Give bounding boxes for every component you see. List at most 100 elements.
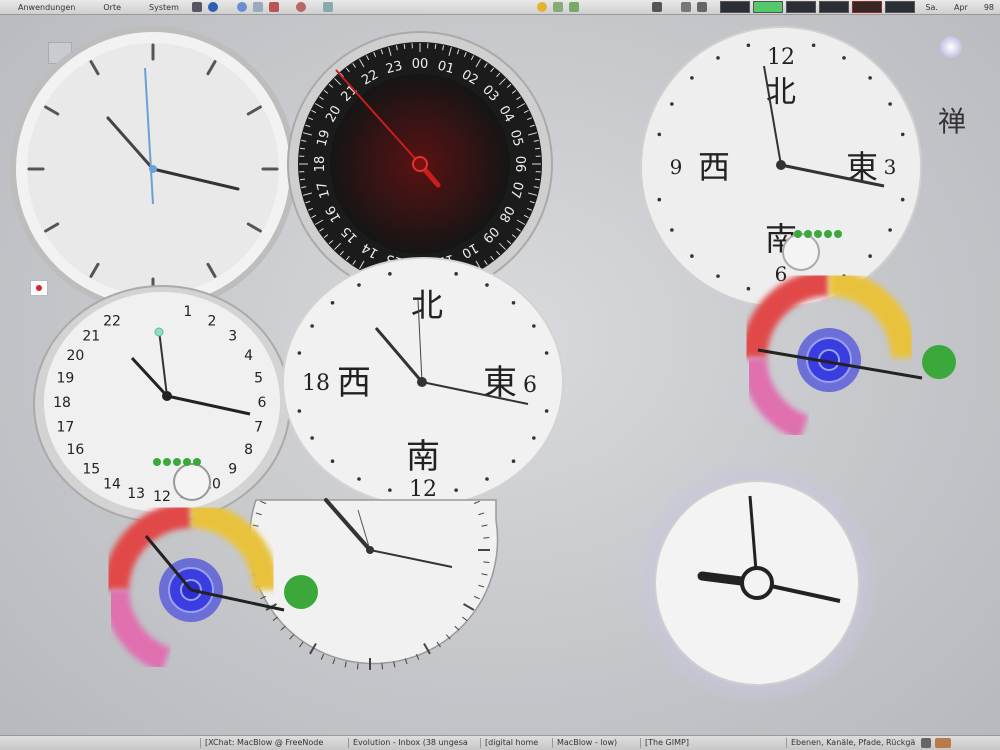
dial-number: 3	[228, 329, 237, 345]
notes-icon[interactable]	[569, 2, 580, 12]
minor-tick	[434, 43, 437, 50]
workspace-1[interactable]	[720, 1, 751, 13]
green-dot	[794, 230, 802, 238]
green-dot	[163, 458, 171, 466]
update-icon[interactable]	[537, 2, 548, 12]
minor-tick	[534, 147, 541, 150]
minimal-clock[interactable]	[636, 462, 882, 708]
dial-number: 16	[66, 442, 84, 458]
display-icon[interactable]	[697, 2, 708, 12]
task-gimp-layers[interactable]: Ebenen, Kanäle, Pfade, Rückgä	[786, 738, 915, 748]
dial-dot	[746, 43, 751, 48]
gimp-icon[interactable]	[295, 2, 306, 12]
green-dot	[153, 458, 161, 466]
workspace-4[interactable]	[819, 1, 850, 13]
dial-dot	[532, 436, 536, 440]
dial-dot	[544, 409, 549, 413]
mail-icon[interactable]	[268, 2, 279, 12]
terminal-icon[interactable]	[191, 2, 202, 12]
files-icon[interactable]	[322, 2, 333, 12]
workspace-5[interactable]	[852, 1, 883, 13]
task-evolution[interactable]: Evolution - Inbox (38 ungesa	[348, 738, 483, 748]
dial-number: 18	[313, 156, 328, 173]
menu-applications[interactable]: Anwendungen	[18, 3, 75, 12]
dial-dot	[868, 254, 872, 258]
minute-tick	[483, 536, 490, 539]
task-gimp[interactable]: [The GIMP]	[640, 738, 729, 748]
dial-dot	[544, 351, 549, 355]
green-dot	[824, 230, 832, 238]
task-macblow[interactable]: MacBlow - low)	[552, 738, 633, 748]
dial-number: 15	[82, 461, 100, 477]
dial-dot	[690, 76, 694, 80]
workspace-preview-icon[interactable]	[935, 738, 951, 748]
dial-dot	[888, 102, 892, 106]
dial-number: 22	[103, 314, 121, 330]
kanji-west: 西	[337, 363, 371, 403]
dial-number: 18	[53, 395, 71, 411]
menu-places[interactable]: Orte	[103, 3, 121, 12]
clock-date[interactable]: 98	[984, 3, 994, 12]
clock-center	[740, 566, 774, 600]
top-panel: Anwendungen Orte System Sa. Apr 98	[0, 0, 1000, 15]
indicator-ring	[173, 463, 211, 501]
help-icon[interactable]	[236, 2, 247, 12]
trash-icon[interactable]	[921, 738, 931, 748]
dial-dot	[454, 272, 458, 276]
dial-dot	[511, 459, 516, 463]
clock-month[interactable]: Apr	[954, 3, 968, 12]
clock-center	[776, 160, 786, 170]
screenshot-icon[interactable]	[652, 2, 663, 12]
dial-number: 1	[183, 304, 192, 320]
minor-tick	[534, 178, 541, 181]
music-icon[interactable]	[553, 2, 564, 12]
color-gauge-right[interactable]	[734, 268, 964, 448]
green-dot	[804, 230, 812, 238]
task-xchat[interactable]: [XChat: MacBlow @ FreeNode	[200, 738, 349, 748]
task-digital-home[interactable]: [digital home	[480, 738, 559, 748]
volume-icon[interactable]	[681, 2, 692, 12]
green-dot	[183, 458, 191, 466]
dial-dot	[357, 283, 361, 287]
dial-number: 17	[56, 419, 74, 435]
dial-number: 5	[254, 371, 263, 387]
green-dot	[173, 458, 181, 466]
dial-number: 4	[244, 348, 253, 364]
dial-dot	[868, 76, 872, 80]
clock-day[interactable]: Sa.	[925, 3, 938, 12]
clock-center	[162, 391, 172, 401]
menu-system[interactable]: System	[149, 3, 179, 12]
numeral-18: 18	[302, 371, 330, 396]
dial-dot	[670, 102, 674, 106]
minute-tick	[344, 661, 347, 668]
dial-dot	[670, 228, 674, 232]
browser-icon[interactable]	[207, 2, 218, 12]
workspace-6[interactable]	[885, 1, 916, 13]
clock-center	[149, 165, 157, 173]
network-icon[interactable]	[252, 2, 263, 12]
clock-center	[412, 156, 428, 172]
dial-dot	[811, 43, 816, 48]
dial-dot	[888, 228, 892, 232]
green-dot	[834, 230, 842, 238]
workspace-3[interactable]	[786, 1, 817, 13]
numeral-12: 12	[767, 45, 795, 70]
dial-dot	[532, 324, 536, 328]
workspace-2[interactable]	[753, 1, 784, 13]
dial-dot	[310, 324, 314, 328]
dial-dot	[900, 132, 905, 137]
desktop-icon-orb[interactable]	[940, 36, 962, 58]
dial-dot	[511, 301, 516, 305]
dial-number: 19	[56, 371, 74, 387]
gauge-arc-pink	[741, 357, 809, 441]
dial-number: 6	[258, 395, 267, 411]
analog-clock-large[interactable]	[8, 24, 298, 314]
dial-number: 00	[412, 57, 429, 72]
color-gauge-left[interactable]	[96, 500, 326, 680]
dial-number: 14	[103, 476, 121, 492]
dial-dot	[900, 197, 905, 202]
minor-tick	[299, 147, 306, 150]
kanji-clock-large[interactable]: 12 北 9 西 東 3 南 6	[640, 26, 922, 308]
green-status-dot	[284, 575, 318, 609]
bottom-panel: [XChat: MacBlow @ FreeNode Evolution - I…	[0, 735, 1000, 750]
